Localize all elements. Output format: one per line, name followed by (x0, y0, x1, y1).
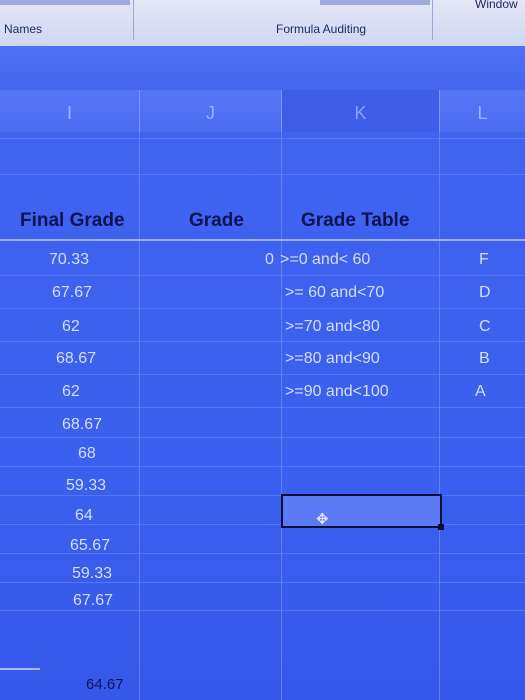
ribbon-separator-2 (432, 0, 433, 40)
column-header-i[interactable]: I (0, 90, 140, 132)
final-grade-cell[interactable]: 59.33 (66, 477, 106, 495)
grade-table-range-cell[interactable]: >=90 and<100 (285, 383, 389, 401)
grid-hline (0, 174, 525, 175)
grade-table-range-cell[interactable]: >=80 and<90 (285, 350, 380, 368)
grid-hline (0, 495, 525, 496)
final-grade-cell[interactable]: 68 (78, 445, 96, 463)
grid-hline (0, 138, 525, 139)
grid-hline (0, 341, 525, 342)
cursor-crosshair-icon: ✥ (316, 511, 329, 528)
final-grade-cell[interactable]: 65.67 (70, 537, 110, 555)
column-header-j[interactable]: J (140, 90, 282, 132)
grade-table-range-cell[interactable]: >=70 and<80 (285, 318, 380, 336)
final-grade-cell[interactable]: 70.33 (49, 251, 89, 269)
grade-table-letter-cell[interactable]: D (479, 284, 491, 302)
active-cell[interactable] (281, 494, 444, 530)
final-grade-header[interactable]: Final Grade (20, 210, 125, 232)
final-grade-cell[interactable]: 64.67 (86, 676, 124, 693)
grade-table-range-cell[interactable]: >= 60 and<70 (285, 284, 384, 302)
column-header-l[interactable]: L (440, 90, 525, 132)
column-header-row: I J K L (0, 90, 525, 133)
header-underline (0, 239, 525, 241)
grade-table-letter-cell[interactable]: C (479, 318, 491, 336)
final-grade-cell[interactable]: 67.67 (73, 592, 113, 610)
final-grade-cell[interactable]: 62 (62, 383, 80, 401)
ribbon-separator (133, 0, 134, 40)
grid-vline (139, 132, 140, 700)
grade-table-letter-cell[interactable]: F (479, 251, 489, 269)
window-group-label[interactable]: Window (475, 0, 518, 11)
fill-handle[interactable] (438, 524, 444, 530)
grid-vline (439, 132, 440, 700)
column-header-k[interactable]: K (282, 90, 440, 132)
grid-hline (0, 308, 525, 309)
row-border-fragment (0, 668, 40, 670)
grade-table-min-cell[interactable]: 0 (265, 251, 274, 269)
grade-table-letter-cell[interactable]: A (475, 383, 486, 401)
final-grade-cell[interactable]: 59.33 (72, 565, 112, 583)
grid-vline (281, 132, 282, 700)
grade-header[interactable]: Grade (189, 210, 244, 232)
grid-hline (0, 374, 525, 375)
final-grade-cell[interactable]: 68.67 (62, 416, 102, 434)
grid-hline (0, 275, 525, 276)
grid-hline (0, 466, 525, 467)
ribbon-cut-strip (0, 0, 130, 5)
ribbon-cut-strip-2 (320, 0, 430, 5)
grid-hline (0, 610, 525, 611)
final-grade-cell[interactable]: 62 (62, 318, 80, 336)
formula-auditing-group-label[interactable]: Formula Auditing (276, 22, 366, 36)
names-group-label: Names (4, 22, 43, 36)
formula-bar[interactable] (0, 46, 525, 91)
grade-table-header[interactable]: Grade Table (301, 210, 409, 232)
grade-table-letter-cell[interactable]: B (479, 350, 490, 368)
final-grade-cell[interactable]: 68.67 (56, 350, 96, 368)
ribbon: Names Formula Auditing Window (0, 0, 525, 47)
final-grade-cell[interactable]: 64 (75, 507, 93, 525)
grade-table-range-cell[interactable]: >=0 and< 60 (280, 251, 370, 269)
grid-hline (0, 437, 525, 438)
grid-hline (0, 407, 525, 408)
final-grade-cell[interactable]: 67.67 (52, 284, 92, 302)
